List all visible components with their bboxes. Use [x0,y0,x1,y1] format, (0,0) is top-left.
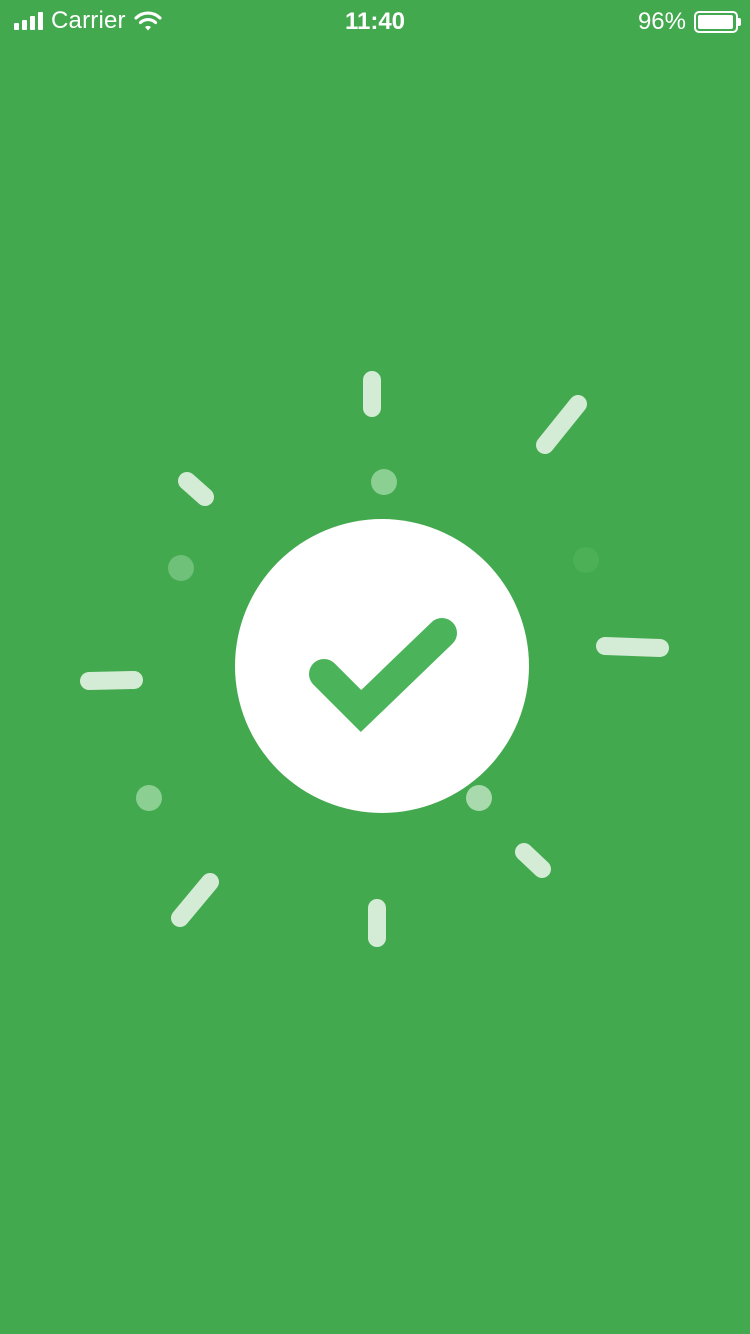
burst-ray-top-right [536,395,587,454]
burst-ray-right [596,637,669,657]
burst-dot-left [168,555,194,581]
burst-dot-top [371,469,397,495]
burst-dot-lower-left [136,785,162,811]
burst-ray-left [80,671,143,690]
burst-ray-lower-left [171,873,219,927]
success-circle [235,519,529,813]
checkmark-icon [309,618,457,733]
burst-ray-upper-left [178,472,214,506]
burst-ray-lower-right [515,843,551,878]
burst-dot-right [573,547,599,573]
